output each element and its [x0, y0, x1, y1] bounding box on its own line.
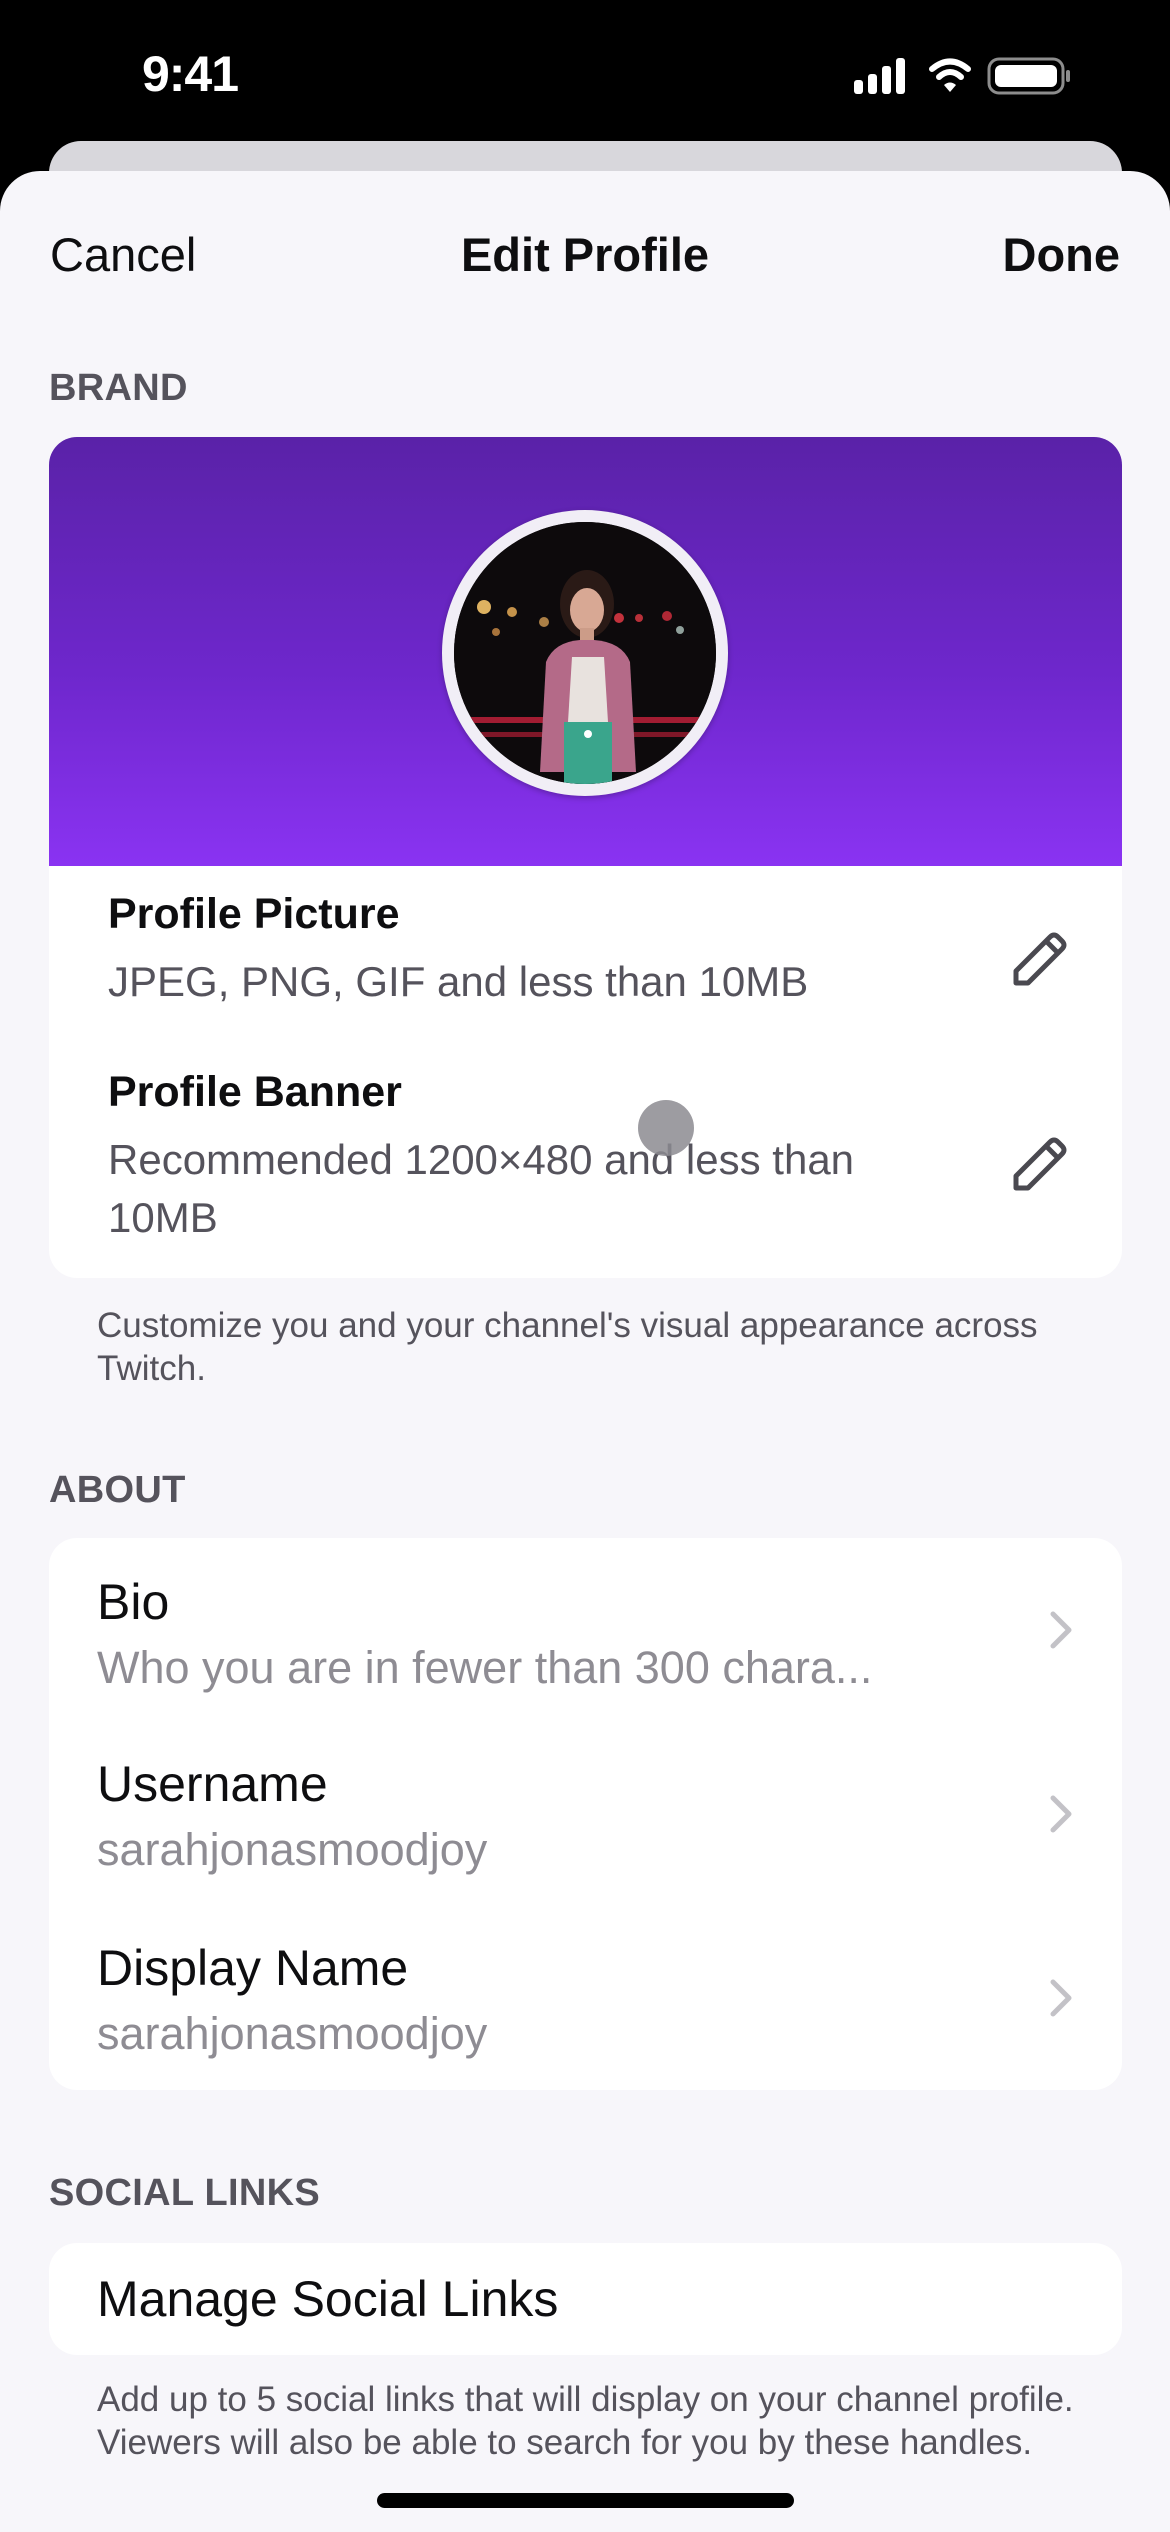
wifi-icon [929, 58, 971, 92]
profile-picture-title: Profile Picture [108, 890, 400, 938]
edit-profile-banner-button[interactable] [1006, 1130, 1070, 1194]
edit-profile-picture-button[interactable] [1006, 925, 1070, 989]
about-item-display-name[interactable]: Display Name sarahjonasmoodjoy [49, 1906, 1122, 2090]
pencil-icon [1013, 1137, 1067, 1191]
home-indicator[interactable] [377, 2493, 794, 2508]
chevron-right-icon [1050, 1611, 1072, 1649]
section-label-about: ABOUT [49, 1469, 186, 1511]
profile-banner-image[interactable] [49, 437, 1122, 866]
brand-caption: Customize you and your channel's visual … [97, 1306, 1038, 1388]
display-name-label: Display Name [97, 1940, 409, 1996]
status-bar-time: 9:41 [141, 46, 239, 102]
touch-indicator [638, 1100, 694, 1156]
done-button[interactable]: Done [1003, 222, 1121, 288]
social-links-caption: Add up to 5 social links that will displ… [97, 2380, 1074, 2462]
about-card: Bio Who you are in fewer than 300 chara.… [49, 1538, 1122, 2090]
pencil-icon [1013, 932, 1067, 986]
profile-picture-subtitle: JPEG, PNG, GIF and less than 10MB [108, 958, 809, 1005]
chevron-right-icon [1050, 1795, 1072, 1833]
bio-label: Bio [97, 1574, 170, 1630]
username-value: sarahjonasmoodjoy [97, 1824, 488, 1875]
cellular-signal-icon [854, 58, 905, 94]
manage-social-links-label: Manage Social Links [97, 2271, 559, 2327]
status-bar-icons [850, 56, 1090, 96]
display-name-value: sarahjonasmoodjoy [97, 2008, 488, 2059]
brand-card: Profile Picture JPEG, PNG, GIF and less … [49, 437, 1122, 1278]
battery-icon [987, 57, 1070, 95]
username-label: Username [97, 1756, 328, 1812]
chevron-right-icon [1050, 1979, 1072, 2017]
about-item-bio[interactable]: Bio Who you are in fewer than 300 chara.… [49, 1538, 1122, 1722]
profile-banner-subtitle: Recommended 1200×480 and less than 10MB [108, 1136, 855, 1241]
profile-banner-title: Profile Banner [108, 1068, 402, 1116]
manage-social-links-button[interactable]: Manage Social Links [49, 2243, 1122, 2355]
avatar[interactable] [442, 510, 728, 796]
bio-value: Who you are in fewer than 300 chara... [97, 1642, 873, 1693]
about-item-username[interactable]: Username sarahjonasmoodjoy [49, 1722, 1122, 1906]
avatar-photo [454, 522, 716, 784]
cancel-button[interactable]: Cancel [50, 222, 196, 288]
section-label-brand: BRAND [49, 367, 188, 409]
section-label-social-links: SOCIAL LINKS [49, 2172, 321, 2214]
